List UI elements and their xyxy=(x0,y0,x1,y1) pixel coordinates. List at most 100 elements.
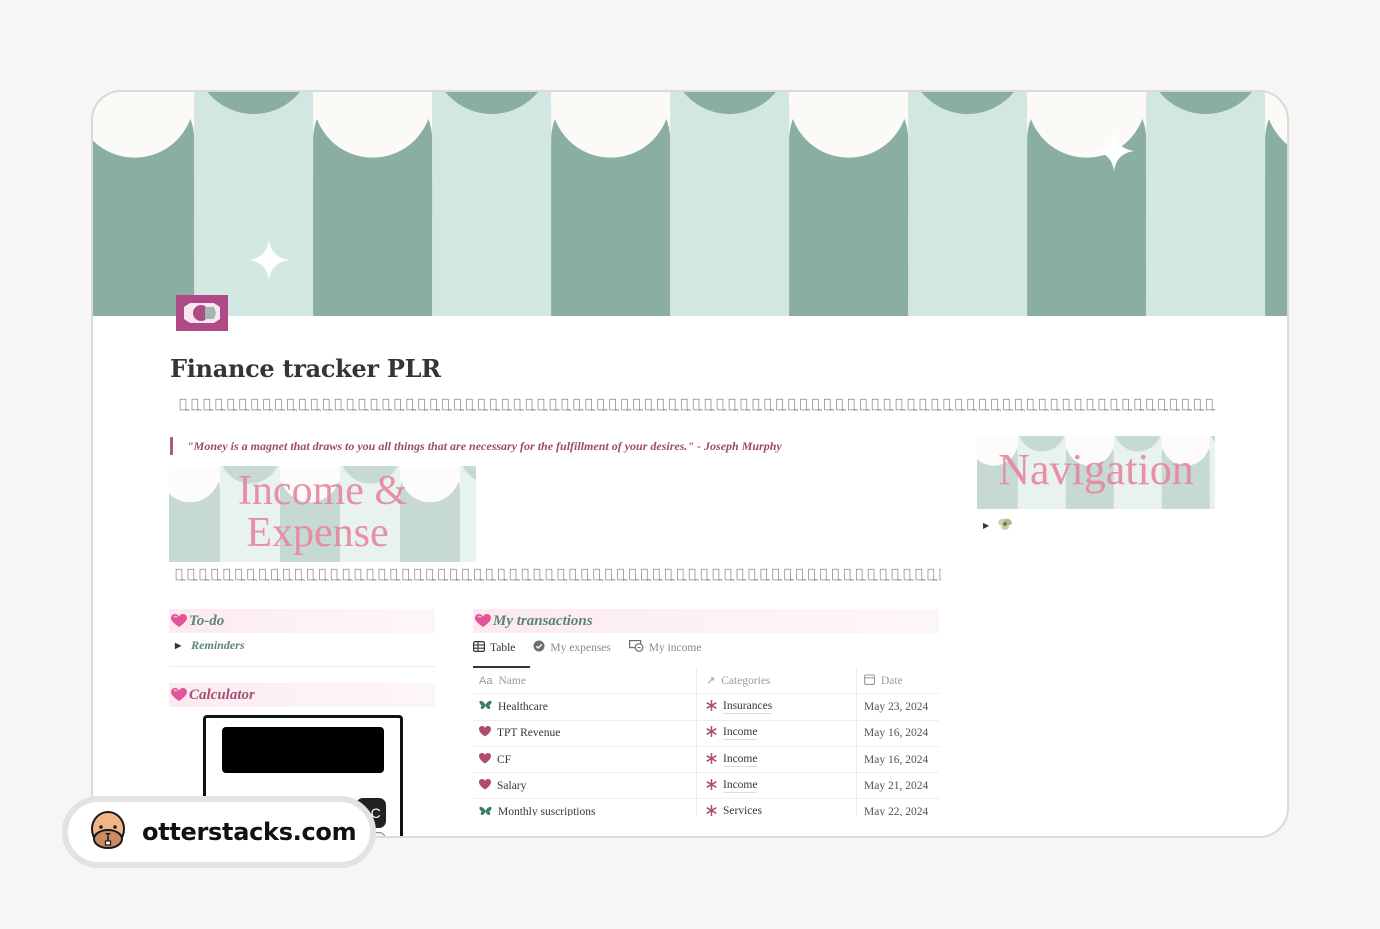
wave-band xyxy=(1146,92,1266,316)
cell-name[interactable]: Salary xyxy=(473,773,696,798)
transaction-name[interactable]: TPT Revenue xyxy=(497,727,560,739)
heart-icon xyxy=(479,778,491,793)
transaction-date: May 23, 2024 xyxy=(864,700,929,713)
divider-line xyxy=(169,666,435,667)
butterfly-icon xyxy=(479,700,492,713)
asterisk-icon xyxy=(706,778,717,793)
tab-table[interactable]: Table xyxy=(473,640,515,663)
category-link[interactable]: Income xyxy=(723,779,758,793)
todo-header: To-do xyxy=(169,609,435,633)
tab-table-label: Table xyxy=(490,641,516,654)
otter-logo-icon xyxy=(90,811,126,853)
toggle-triangle-icon[interactable]: ▶ xyxy=(983,521,989,530)
wave-band xyxy=(194,92,314,316)
decorative-divider: ؏̯ ؏̯ ؏̯ ؏̯ ؏̯ ؏̯ ؏̯ ؏̯ ؏̯ ؏̯ ؏̯ ؏̯ ؏̯ ؏… xyxy=(175,567,941,582)
decorative-divider: ؏̯ ؏̯ ؏̯ ؏̯ ؏̯ ؏̯ ؏̯ ؏̯ ؏̯ ؏̯ ؏̯ ؏̯ ؏̯ ؏… xyxy=(179,397,1215,412)
tab-my-income[interactable]: My income xyxy=(628,640,702,663)
sparkling-heart-icon xyxy=(171,688,187,702)
calculator-display xyxy=(222,727,384,773)
cell-name[interactable]: TPT Revenue xyxy=(473,721,696,746)
category-link[interactable]: Income xyxy=(723,726,758,741)
table-row[interactable]: CF Income May 16, 2024 xyxy=(473,746,939,774)
column-header-categories[interactable]: ↗ Categories xyxy=(696,668,856,694)
calculator-header-label: Calculator xyxy=(189,686,255,703)
notion-page-card: Finance tracker PLR ؏̯ ؏̯ ؏̯ ؏̯ ؏̯ ؏̯ ؏̯… xyxy=(91,90,1289,838)
watermark-badge[interactable]: otterstacks.com xyxy=(62,796,376,868)
cell-date[interactable]: May 16, 2024 xyxy=(856,746,939,773)
column-header-name[interactable]: Aa Name xyxy=(473,668,696,693)
butterfly-icon xyxy=(479,806,492,816)
tab-my-expenses[interactable]: My expenses xyxy=(533,640,611,663)
relation-arrow-icon: ↗ xyxy=(706,674,716,688)
navigation-toggle[interactable]: ▶ xyxy=(983,516,1013,535)
watermark-text[interactable]: otterstacks.com xyxy=(142,818,357,846)
transactions-table: Aa Name ↗ Categories Date Healthcare Ins… xyxy=(469,668,949,816)
cell-category[interactable]: Income xyxy=(696,773,856,799)
cell-name[interactable]: Monthly suscriptions xyxy=(473,799,696,816)
navigation-title: Navigation xyxy=(998,445,1194,494)
page-title[interactable]: Finance tracker PLR xyxy=(170,354,441,383)
tab-my-expenses-label: My expenses xyxy=(550,641,611,654)
asterisk-icon xyxy=(706,726,717,740)
table-row[interactable]: TPT Revenue Income May 16, 2024 xyxy=(473,720,939,747)
navigation-banner: Navigation xyxy=(977,436,1215,509)
cell-category[interactable]: Income xyxy=(696,746,856,773)
table-row[interactable]: Salary Income May 21, 2024 xyxy=(473,773,939,800)
sparkling-heart-icon xyxy=(475,614,491,628)
transaction-date: May 22, 2024 xyxy=(864,806,929,816)
reminders-label[interactable]: Reminders xyxy=(191,638,244,653)
check-circle-icon xyxy=(533,640,545,655)
category-link[interactable]: Insurances xyxy=(723,700,773,714)
cell-name[interactable]: CF xyxy=(473,747,696,772)
transaction-name[interactable]: Healthcare xyxy=(498,701,548,713)
reminders-toggle[interactable]: ▶ Reminders xyxy=(175,638,245,653)
cell-date[interactable]: May 16, 2024 xyxy=(856,720,939,746)
cover-image[interactable] xyxy=(93,92,1287,316)
income-expense-banner: Income & Expense xyxy=(169,466,476,562)
todo-header-label: To-do xyxy=(189,612,225,629)
cell-name[interactable]: Healthcare xyxy=(473,694,696,719)
transaction-name[interactable]: Salary xyxy=(497,780,526,792)
transactions-header-label: My transactions xyxy=(493,612,593,629)
view-tabs: Table My expenses My income xyxy=(473,640,701,663)
heart-icon xyxy=(479,752,491,767)
asterisk-icon xyxy=(706,699,717,714)
transactions-header: My transactions xyxy=(473,609,939,633)
cell-category[interactable]: Income xyxy=(696,720,856,746)
table-body: Healthcare Insurances May 23, 2024 TPT R… xyxy=(473,694,939,816)
wave-band xyxy=(432,92,552,316)
tab-my-income-label: My income xyxy=(648,641,702,654)
banner-title-line1: Income & xyxy=(237,468,408,514)
transaction-name[interactable]: CF xyxy=(497,754,511,766)
transaction-date: May 16, 2024 xyxy=(864,753,929,766)
transaction-date: May 21, 2024 xyxy=(864,779,929,792)
flower-icon xyxy=(997,516,1013,535)
category-link[interactable]: Income xyxy=(723,753,758,767)
transaction-name[interactable]: Monthly suscriptions xyxy=(498,806,595,816)
banner-title-line2: Expense xyxy=(246,510,389,556)
asterisk-icon xyxy=(706,752,717,767)
table-row[interactable]: Monthly suscriptions Services May 22, 20… xyxy=(473,799,939,816)
table-header-row: Aa Name ↗ Categories Date xyxy=(473,668,939,695)
table-row[interactable]: Healthcare Insurances May 23, 2024 xyxy=(473,694,939,721)
cell-date[interactable]: May 22, 2024 xyxy=(856,799,939,816)
cell-category[interactable]: Services xyxy=(696,799,856,816)
wave-pattern xyxy=(93,92,1287,316)
money-bill-icon[interactable] xyxy=(176,295,228,331)
toggle-triangle-icon[interactable]: ▶ xyxy=(175,641,181,650)
sparkling-heart-icon xyxy=(171,614,187,628)
heart-icon xyxy=(479,726,491,740)
wave-band xyxy=(670,92,790,316)
column-header-date[interactable]: Date xyxy=(856,668,939,694)
transaction-date: May 16, 2024 xyxy=(864,727,929,740)
cell-date[interactable]: May 23, 2024 xyxy=(856,694,939,720)
cell-date[interactable]: May 21, 2024 xyxy=(856,773,939,799)
wave-band xyxy=(908,92,1028,316)
asterisk-icon xyxy=(706,805,717,816)
money-transfer-icon xyxy=(628,640,644,655)
calendar-icon xyxy=(864,674,875,688)
text-type-icon: Aa xyxy=(479,674,493,687)
category-link[interactable]: Services xyxy=(723,805,762,816)
cell-category[interactable]: Insurances xyxy=(696,694,856,720)
table-icon xyxy=(473,640,486,655)
